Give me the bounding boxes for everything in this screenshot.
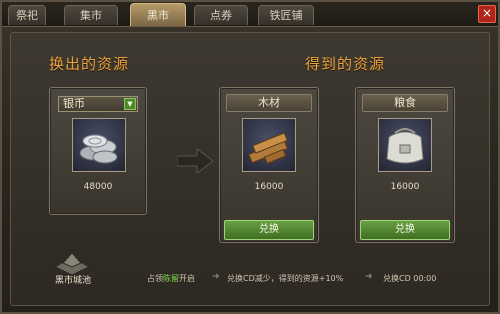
tab-bar: 祭祀 集市 黑市 点券 铁匠铺 × xyxy=(2,2,498,27)
give-panel: 银币 ▼ 48000 xyxy=(49,87,147,215)
grain-panel: 粮食 16000 兑换 xyxy=(355,87,455,243)
occupy-suffix: 开启 xyxy=(179,274,195,283)
wood-name: 木材 xyxy=(226,94,312,112)
chevron-down-icon[interactable]: ▼ xyxy=(124,98,136,110)
tab-blacksmith[interactable]: 铁匠铺 xyxy=(258,5,314,25)
occupy-city-link[interactable]: 陈留 xyxy=(163,274,179,283)
close-icon: × xyxy=(481,6,493,20)
grain-name: 粮食 xyxy=(362,94,448,112)
exchange-grain-button[interactable]: 兑换 xyxy=(360,220,450,240)
wood-icon xyxy=(242,118,296,172)
arrow-right-icon: ➜ xyxy=(365,272,373,282)
wood-panel: 木材 16000 兑换 xyxy=(219,87,319,243)
black-market-window: 祭祀 集市 黑市 点券 铁匠铺 × 换出的资源 得到的资源 银币 ▼ 48000… xyxy=(0,0,500,314)
content-panel: 换出的资源 得到的资源 银币 ▼ 48000 木材 16000 兑换 粮食 16… xyxy=(10,32,490,306)
exchange-wood-button[interactable]: 兑换 xyxy=(224,220,314,240)
tab-black-market[interactable]: 黑市 xyxy=(130,3,186,26)
black-market-city-label: 黑市城池 xyxy=(55,276,92,286)
exchange-cooldown: 兑换CD 00:00 xyxy=(383,274,437,283)
grain-sack-icon xyxy=(378,118,432,172)
wood-amount: 16000 xyxy=(254,182,284,192)
give-heading: 换出的资源 xyxy=(49,55,130,73)
silver-coins-icon xyxy=(72,118,126,172)
bonus-effect: 兑换CD减少，得到的资源+10% xyxy=(227,274,344,283)
receive-heading: 得到的资源 xyxy=(305,55,386,73)
tab-sacrifice[interactable]: 祭祀 xyxy=(8,5,46,25)
resource-select-value: 银币 xyxy=(63,97,85,110)
close-button[interactable]: × xyxy=(478,5,496,23)
tab-market[interactable]: 集市 xyxy=(64,5,118,25)
grain-amount: 16000 xyxy=(390,182,420,192)
tab-coupons[interactable]: 点券 xyxy=(194,5,248,25)
arrow-right-icon xyxy=(177,149,213,173)
occupy-prefix: 占领 xyxy=(147,274,163,283)
resource-select[interactable]: 银币 ▼ xyxy=(58,96,138,112)
give-amount: 48000 xyxy=(83,182,113,192)
arrow-right-icon: ➜ xyxy=(212,272,220,282)
occupy-note: 占领陈留开启 xyxy=(147,273,195,284)
